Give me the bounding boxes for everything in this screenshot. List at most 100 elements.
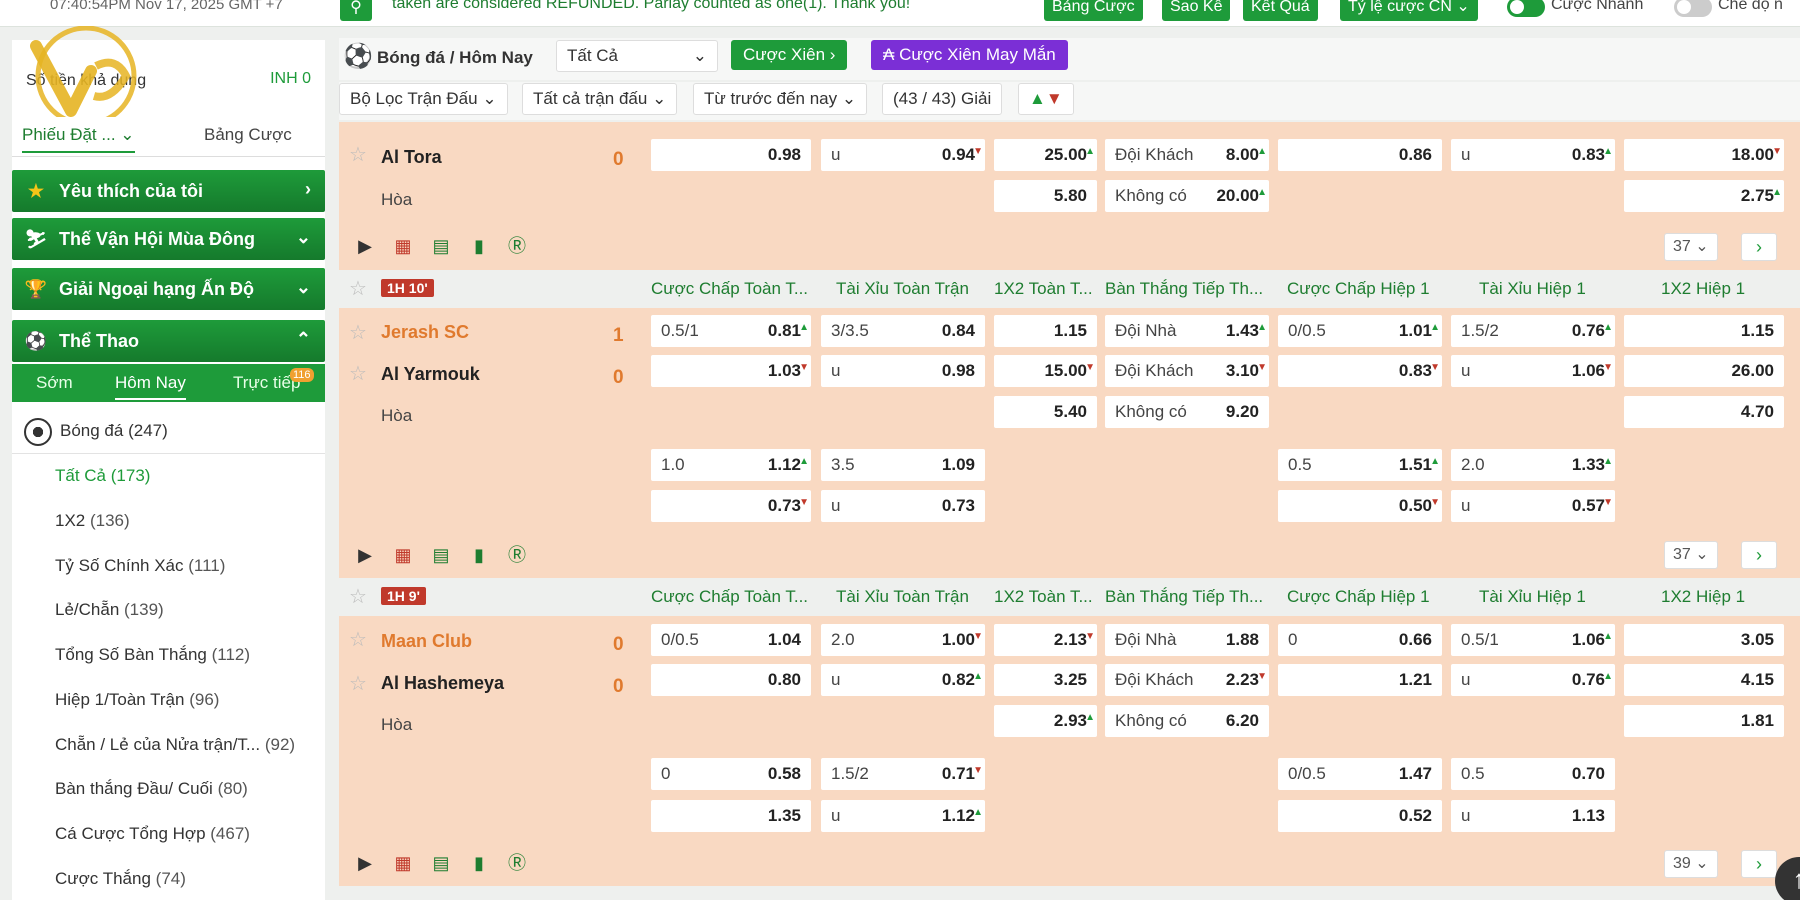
field-icon[interactable]: ▦ — [390, 542, 416, 568]
quick-bet-toggle[interactable] — [1507, 0, 1545, 17]
odds-cell[interactable]: Không có 9.20 — [1105, 396, 1269, 428]
odds-cell[interactable]: Đội Khách 2.23 ▼ — [1105, 664, 1269, 696]
sport-soccer[interactable]: Bóng đá (247) — [12, 408, 325, 454]
odds-cell[interactable]: 0.5/1 1.06 ▲ — [1451, 624, 1615, 656]
odds-cell[interactable]: 0.52 — [1278, 800, 1442, 832]
market-correct-score[interactable]: Tỷ Số Chính Xác (111) — [55, 556, 225, 576]
odds-cell[interactable]: Đội Khách 8.00 ▲ — [1105, 139, 1269, 171]
list-icon[interactable]: ▤ — [428, 233, 454, 259]
odds-cell[interactable]: 0.5 1.51 ▲ — [1278, 449, 1442, 481]
market-total-goals[interactable]: Tổng Số Bàn Thắng (112) — [55, 645, 250, 665]
odds-cell[interactable]: 0.86 — [1278, 139, 1442, 171]
stats-icon[interactable]: ▮ — [466, 233, 492, 259]
group-india-premier[interactable]: 🏆 Giải Ngoại hạng Ấn Độ ⌄ — [12, 268, 325, 310]
odds-cell[interactable]: Không có 6.20 — [1105, 705, 1269, 737]
odds-cell[interactable]: Đội Khách 3.10 ▼ — [1105, 355, 1269, 387]
cashout-icon[interactable]: Ⓡ — [504, 850, 530, 876]
market-half-odd-even[interactable]: Chẵn / Lẻ của Nửa trận/T... (92) — [55, 735, 295, 755]
tab-today[interactable]: Hôm Nay — [115, 373, 186, 400]
odds-cell[interactable]: u 0.82 ▲ — [821, 664, 985, 696]
statement-button[interactable]: Sao Kê — [1162, 0, 1231, 21]
next-button[interactable]: › — [1741, 233, 1777, 261]
league-count[interactable]: (43 / 43) Giải — [882, 83, 1003, 115]
odds-cell[interactable]: 4.15 — [1624, 664, 1784, 696]
odds-cell[interactable]: Đội Nhà 1.88 — [1105, 624, 1269, 656]
cashout-icon[interactable]: Ⓡ — [504, 233, 530, 259]
star-icon[interactable]: ☆ — [349, 627, 367, 652]
odds-cell[interactable]: 15.00 ▼ — [994, 355, 1097, 387]
odds-cell[interactable]: 18.00 ▼ — [1624, 139, 1784, 171]
odds-cell[interactable]: 2.0 1.33 ▲ — [1451, 449, 1615, 481]
star-icon[interactable]: ☆ — [349, 671, 367, 696]
odds-cell[interactable]: Đội Nhà 1.43 ▲ — [1105, 315, 1269, 347]
filter-select[interactable]: Tất Cả ⌄ — [556, 40, 718, 72]
tab-bet-slip[interactable]: Phiếu Đặt ... ⌄ — [22, 125, 135, 153]
odds-cell[interactable]: 1.35 — [651, 800, 811, 832]
group-favorites[interactable]: ★ Yêu thích của tôi › — [12, 170, 325, 212]
tab-early[interactable]: Sớm — [36, 373, 73, 393]
market-mix-parlay[interactable]: Cá Cược Tổng Hợp (467) — [55, 824, 250, 844]
star-icon[interactable]: ☆ — [349, 276, 367, 301]
odds-cell[interactable]: 5.80 — [994, 180, 1097, 212]
odds-cell[interactable]: u 0.57 ▼ — [1451, 490, 1615, 522]
odds-cell[interactable]: 0/0.5 1.04 — [651, 624, 811, 656]
odds-cell[interactable]: 2.0 1.00 ▼ — [821, 624, 985, 656]
odds-cell[interactable]: u 1.13 — [1451, 800, 1615, 832]
odds-type-button[interactable]: Tỷ lệ cược CN ⌄ — [1340, 0, 1478, 21]
list-icon[interactable]: ▤ — [428, 542, 454, 568]
odds-cell[interactable]: 3/3.5 0.84 — [821, 315, 985, 347]
odds-cell[interactable]: 0/0.5 1.47 — [1278, 758, 1442, 790]
odds-cell[interactable]: 3.25 — [994, 664, 1097, 696]
odds-cell[interactable]: 1.15 — [994, 315, 1097, 347]
lucky-parlay-button[interactable]: ₳ Cược Xiên May Mắn — [871, 40, 1068, 70]
date-range-dropdown[interactable]: Từ trước đến nay ⌄ — [693, 83, 868, 115]
star-icon[interactable]: ☆ — [349, 142, 367, 167]
match-filter-dropdown[interactable]: Bộ Lọc Trận Đấu ⌄ — [339, 83, 508, 115]
odds-cell[interactable]: u 0.94 ▼ — [821, 139, 985, 171]
odds-cell[interactable]: u 0.83 ▲ — [1451, 139, 1615, 171]
parlay-button[interactable]: Cược Xiên › — [731, 40, 848, 70]
odds-cell[interactable]: 0/0.5 1.01 ▲ — [1278, 315, 1442, 347]
next-button[interactable]: › — [1741, 541, 1777, 569]
odds-cell[interactable]: 3.05 — [1624, 624, 1784, 656]
stats-icon[interactable]: ▮ — [466, 542, 492, 568]
odds-cell[interactable]: 0.5/1 0.81 ▲ — [651, 315, 811, 347]
odds-cell[interactable]: Không có 20.00 ▲ — [1105, 180, 1269, 212]
odds-cell[interactable]: 1.81 — [1624, 705, 1784, 737]
field-icon[interactable]: ▦ — [390, 850, 416, 876]
odds-cell[interactable]: 0.98 — [651, 139, 811, 171]
odds-cell[interactable]: u 1.06 ▼ — [1451, 355, 1615, 387]
sort-button[interactable]: ▲▼ — [1018, 83, 1074, 115]
star-icon[interactable]: ☆ — [349, 584, 367, 609]
odds-cell[interactable]: 1.21 — [1278, 664, 1442, 696]
play-icon[interactable]: ▶ — [352, 233, 378, 259]
market-odd-even[interactable]: Lẻ/Chẵn (139) — [55, 600, 164, 620]
stats-icon[interactable]: ▮ — [466, 850, 492, 876]
group-winter-olympics[interactable]: ⛷ Thế Vận Hội Mùa Đông ⌄ — [12, 218, 325, 260]
more-markets[interactable]: 37 ⌄ — [1664, 541, 1718, 569]
search-button[interactable]: ⚲ — [340, 0, 372, 21]
odds-cell[interactable]: 1.15 — [1624, 315, 1784, 347]
market-all[interactable]: Tất Cả (173) — [55, 466, 150, 486]
odds-cell[interactable]: 0 0.58 — [651, 758, 811, 790]
tab-bet-list[interactable]: Bảng Cược — [204, 125, 292, 145]
cashout-icon[interactable]: Ⓡ — [504, 542, 530, 568]
star-icon[interactable]: ☆ — [349, 361, 367, 386]
mode-toggle[interactable] — [1674, 0, 1712, 17]
odds-cell[interactable]: u 0.76 ▲ — [1451, 664, 1615, 696]
group-sports[interactable]: ⚽ Thể Thao ⌃ — [12, 320, 325, 362]
field-icon[interactable]: ▦ — [390, 233, 416, 259]
bet-list-button[interactable]: Bảng Cược — [1044, 0, 1143, 21]
odds-cell[interactable]: 1.5/2 0.71 ▼ — [821, 758, 985, 790]
market-first-last-goal[interactable]: Bàn thắng Đầu/ Cuối (80) — [55, 779, 248, 799]
odds-cell[interactable]: 26.00 — [1624, 355, 1784, 387]
odds-cell[interactable]: 4.70 — [1624, 396, 1784, 428]
odds-cell[interactable]: u 1.12 ▲ — [821, 800, 985, 832]
odds-cell[interactable]: 0.83 ▼ — [1278, 355, 1442, 387]
odds-cell[interactable]: 1.0 1.12 ▲ — [651, 449, 811, 481]
odds-cell[interactable]: u 0.73 — [821, 490, 985, 522]
market-outright[interactable]: Cược Thắng (74) — [55, 869, 186, 889]
odds-cell[interactable]: 1.03 ▼ — [651, 355, 811, 387]
results-button[interactable]: Kết Quả — [1243, 0, 1318, 21]
odds-cell[interactable]: 0.73 ▼ — [651, 490, 811, 522]
